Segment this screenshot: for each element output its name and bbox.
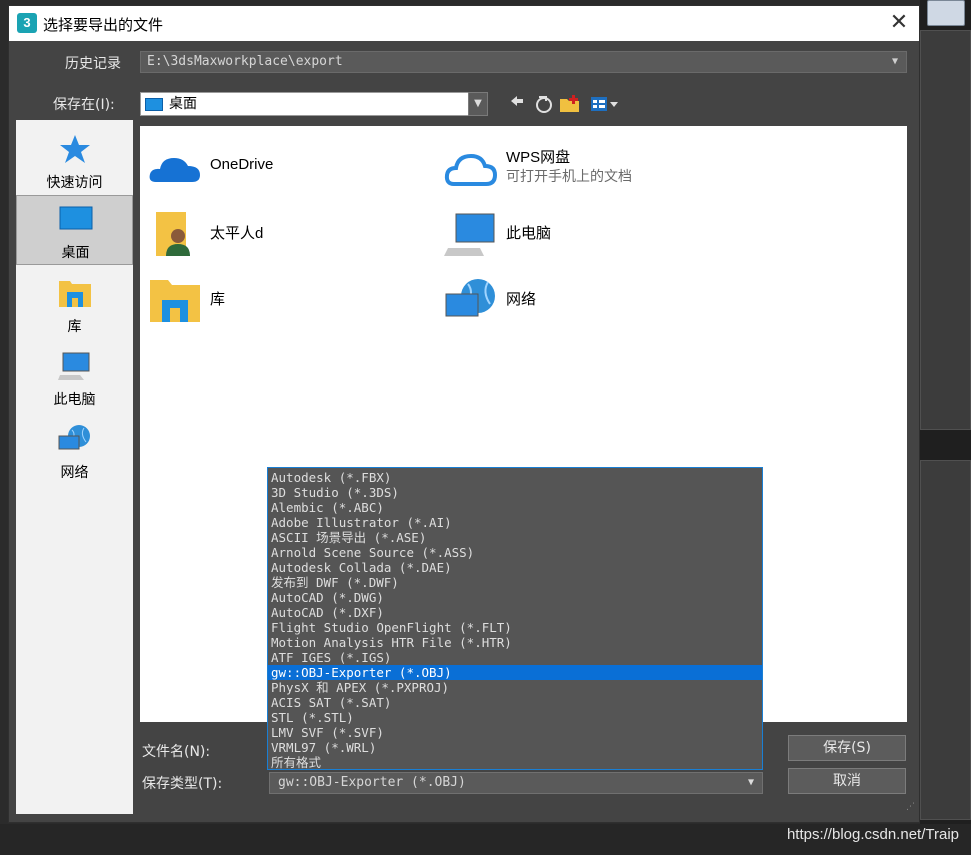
save-in-dropdown-arrow[interactable]: ▼ bbox=[468, 92, 488, 116]
file-item-user-folder[interactable]: 太平人d bbox=[148, 206, 408, 262]
title-bar: 3 选择要导出的文件 ✕ bbox=[9, 6, 919, 41]
filetype-option[interactable]: Autodesk Collada (*.DAE) bbox=[268, 560, 762, 575]
star-icon bbox=[60, 135, 90, 163]
dialog-title: 选择要导出的文件 bbox=[43, 16, 164, 34]
file-name: 太平人d bbox=[210, 225, 264, 242]
viewport-panel-bottom bbox=[920, 460, 971, 820]
file-name: 网络 bbox=[506, 291, 537, 308]
place-label: 库 bbox=[67, 319, 82, 335]
place-network[interactable]: 网络 bbox=[16, 416, 133, 486]
save-in-dropdown[interactable]: 桌面 bbox=[140, 92, 488, 116]
save-in-value: 桌面 bbox=[169, 96, 197, 112]
export-file-dialog: 3 选择要导出的文件 ✕ 历史记录 E:\3dsMaxworkplace\exp… bbox=[8, 5, 920, 823]
place-library[interactable]: 库 bbox=[16, 270, 133, 340]
resize-grip-icon[interactable]: ⋰ bbox=[906, 802, 918, 814]
place-label: 此电脑 bbox=[53, 392, 96, 408]
close-button[interactable]: ✕ bbox=[885, 10, 913, 36]
history-label: 历史记录 bbox=[65, 56, 121, 72]
filetype-option[interactable]: AutoCAD (*.DWG) bbox=[268, 590, 762, 605]
library-icon bbox=[150, 280, 200, 322]
onedrive-cloud-icon bbox=[149, 158, 200, 182]
file-name: OneDrive bbox=[210, 156, 274, 173]
filetype-option[interactable]: gw::OBJ-Exporter (*.OBJ) bbox=[268, 665, 762, 680]
user-folder-icon bbox=[156, 212, 190, 256]
place-this-pc[interactable]: 此电脑 bbox=[16, 343, 133, 413]
filetype-label: 保存类型(T): bbox=[142, 776, 223, 792]
filename-label: 文件名(N): bbox=[142, 744, 211, 760]
filetype-option[interactable]: PhysX 和 APEX (*.PXPROJ) bbox=[268, 680, 762, 695]
filetype-option[interactable]: AutoCAD (*.DXF) bbox=[268, 605, 762, 620]
up-folder-button[interactable] bbox=[534, 94, 554, 114]
file-name: WPS网盘 bbox=[506, 149, 571, 166]
new-folder-button[interactable] bbox=[559, 94, 581, 114]
watermark: https://blog.csdn.net/Traip bbox=[786, 826, 959, 843]
file-name: 库 bbox=[210, 291, 226, 308]
filetype-option[interactable]: 发布到 DWF (*.DWF) bbox=[268, 575, 762, 590]
place-label: 快速访问 bbox=[46, 175, 103, 191]
filetype-option[interactable]: STL (*.STL) bbox=[268, 710, 762, 725]
new-folder-icon bbox=[560, 95, 579, 112]
filetype-selected: gw::OBJ-Exporter (*.OBJ) bbox=[278, 775, 466, 790]
viewport-background bbox=[920, 0, 971, 855]
layout-toggle-button[interactable] bbox=[927, 0, 965, 26]
filetype-select[interactable]: gw::OBJ-Exporter (*.OBJ) ▼ bbox=[269, 772, 763, 794]
filetype-dropdown-list[interactable]: Autodesk (*.FBX) 3D Studio (*.3DS) Alembic… bbox=[267, 467, 763, 770]
file-subtitle: 可打开手机上的文档 bbox=[506, 169, 632, 185]
network-icon bbox=[58, 425, 90, 450]
wps-cloud-icon bbox=[444, 153, 498, 186]
filetype-option[interactable]: Arnold Scene Source (*.ASS) bbox=[268, 545, 762, 560]
file-name: 此电脑 bbox=[506, 225, 552, 242]
network-icon bbox=[445, 279, 495, 317]
filetype-option[interactable]: 3D Studio (*.3DS) bbox=[268, 485, 762, 500]
file-item-wps-cloud[interactable]: WPS网盘 可打开手机上的文档 bbox=[444, 140, 744, 196]
up-folder-icon bbox=[536, 96, 552, 113]
viewport-panel-top bbox=[920, 30, 971, 430]
filetype-option[interactable]: Adobe Illustrator (*.AI) bbox=[268, 515, 762, 530]
place-label: 网络 bbox=[60, 465, 89, 481]
filetype-option[interactable]: ASCII 场景导出 (*.ASE) bbox=[268, 530, 762, 545]
history-path: E:\3dsMaxworkplace\export bbox=[147, 54, 343, 69]
file-item-onedrive[interactable]: OneDrive bbox=[148, 140, 408, 196]
chevron-down-icon: ▼ bbox=[891, 56, 898, 67]
back-arrow-icon bbox=[511, 96, 523, 106]
computer-icon bbox=[444, 213, 495, 256]
filetype-option[interactable]: Flight Studio OpenFlight (*.FLT) bbox=[268, 620, 762, 635]
filetype-option[interactable]: VRML97 (*.WRL) bbox=[268, 740, 762, 755]
filetype-option[interactable]: ATF IGES (*.IGS) bbox=[268, 650, 762, 665]
file-item-library[interactable]: 库 bbox=[148, 272, 408, 328]
filetype-option[interactable]: ACIS SAT (*.SAT) bbox=[268, 695, 762, 710]
chevron-down-icon: ▼ bbox=[747, 777, 754, 788]
cancel-button[interactable]: 取消 bbox=[788, 768, 906, 794]
computer-icon bbox=[58, 352, 90, 380]
filetype-option[interactable]: Motion Analysis HTR File (*.HTR) bbox=[268, 635, 762, 650]
place-desktop[interactable]: 桌面 bbox=[16, 195, 133, 265]
save-button[interactable]: 保存(S) bbox=[788, 735, 906, 761]
desktop-icon bbox=[59, 206, 93, 230]
file-item-this-pc[interactable]: 此电脑 bbox=[444, 206, 704, 262]
library-icon bbox=[59, 281, 91, 307]
filetype-option[interactable]: Autodesk (*.FBX) bbox=[268, 470, 762, 485]
view-menu-icon bbox=[591, 97, 618, 111]
desktop-icon bbox=[145, 98, 163, 111]
back-button[interactable] bbox=[509, 94, 525, 114]
filetype-option[interactable]: 所有格式 bbox=[268, 755, 762, 770]
3dsmax-app-icon: 3 bbox=[17, 13, 37, 33]
view-menu-button[interactable] bbox=[589, 94, 621, 114]
filetype-option[interactable]: LMV SVF (*.SVF) bbox=[268, 725, 762, 740]
filetype-option[interactable]: Alembic (*.ABC) bbox=[268, 500, 762, 515]
place-label: 桌面 bbox=[61, 245, 90, 261]
file-item-network[interactable]: 网络 bbox=[444, 272, 704, 328]
place-quick-access[interactable]: 快速访问 bbox=[16, 126, 133, 196]
places-bar: 快速访问 桌面 库 此电脑 网络 bbox=[16, 120, 133, 814]
history-dropdown[interactable]: E:\3dsMaxworkplace\export ▼ bbox=[140, 51, 907, 73]
save-in-label: 保存在(I): bbox=[53, 97, 115, 113]
